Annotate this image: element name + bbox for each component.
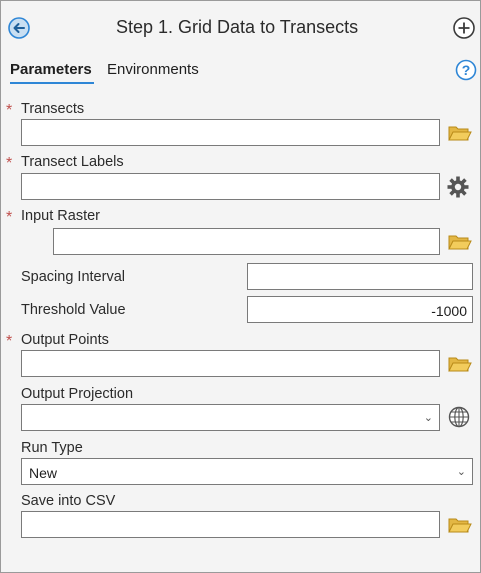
folder-icon[interactable] (447, 513, 473, 537)
chevron-down-icon: ⌄ (456, 466, 466, 478)
transect-labels-input[interactable] (21, 173, 440, 200)
folder-icon[interactable] (447, 352, 473, 376)
required-marker: * (6, 209, 13, 226)
threshold-value-input[interactable]: -1000 (247, 296, 473, 323)
page-title: Step 1. Grid Data to Transects (116, 17, 359, 37)
spacing-interval-input[interactable] (247, 263, 473, 290)
back-arrow-icon[interactable] (7, 16, 31, 40)
output-points-label: Output Points (21, 332, 109, 348)
threshold-value-label: Threshold Value (21, 302, 126, 318)
run-type-label: Run Type (21, 440, 83, 456)
spacing-interval-label: Spacing Interval (21, 269, 125, 285)
globe-icon[interactable] (447, 405, 473, 429)
input-raster-input[interactable] (53, 228, 440, 255)
transects-input[interactable] (21, 119, 440, 146)
output-projection-select[interactable]: ⌄ (21, 404, 440, 431)
output-projection-label: Output Projection (21, 386, 134, 402)
chevron-down-icon: ⌄ (423, 412, 433, 424)
output-points-input[interactable] (21, 350, 440, 377)
transects-label: Transects (21, 101, 85, 117)
transect-labels-label: Transect Labels (21, 154, 124, 170)
geoprocessing-pane: Step 1. Grid Data to Transects Parameter… (0, 0, 481, 573)
save-into-csv-label: Save into CSV (21, 493, 116, 509)
input-raster-label: Input Raster (21, 208, 100, 224)
required-marker: * (6, 102, 13, 119)
gear-icon[interactable] (446, 175, 472, 199)
add-icon[interactable] (452, 16, 476, 40)
active-tab-indicator (10, 82, 94, 84)
tab-environments[interactable]: Environments (107, 61, 199, 78)
save-into-csv-input[interactable] (21, 511, 440, 538)
svg-text:?: ? (462, 62, 471, 78)
required-marker: * (6, 155, 13, 172)
folder-icon[interactable] (447, 230, 473, 254)
run-type-select[interactable]: New ⌄ (21, 458, 473, 485)
required-marker: * (6, 333, 13, 350)
tab-parameters[interactable]: Parameters (10, 61, 92, 78)
help-icon[interactable]: ? (455, 59, 477, 81)
folder-icon[interactable] (447, 121, 473, 145)
